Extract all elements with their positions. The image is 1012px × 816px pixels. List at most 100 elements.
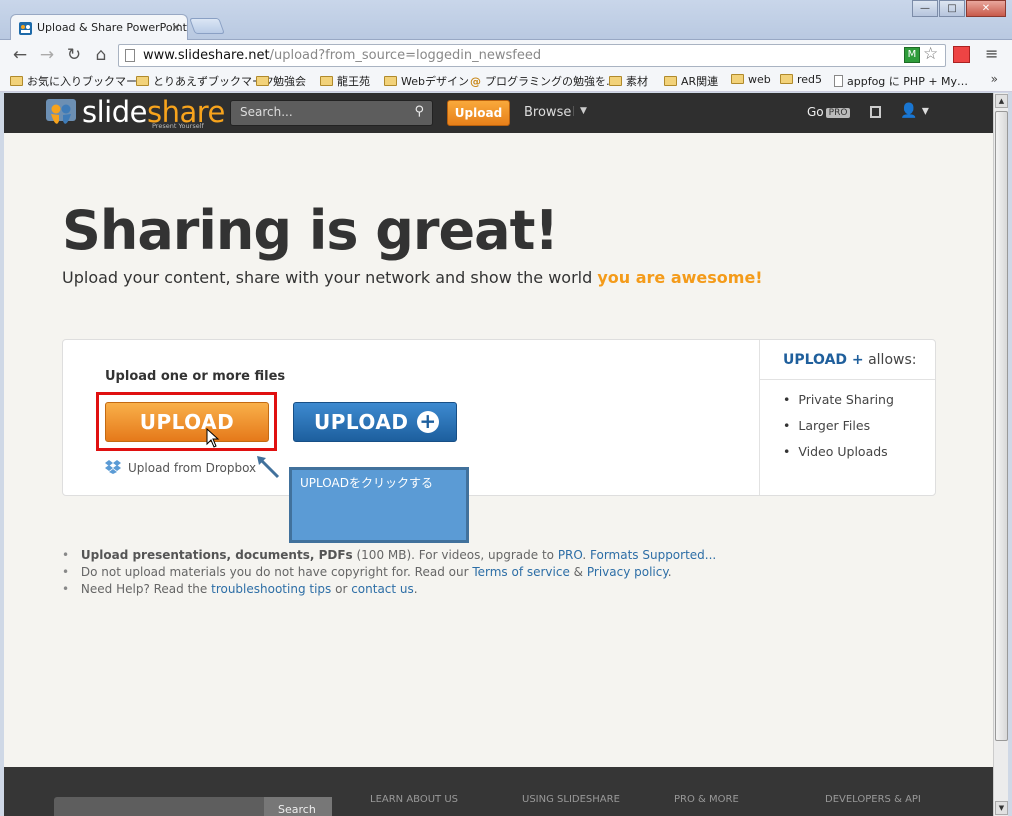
- header-upload-button[interactable]: Upload: [447, 100, 510, 126]
- bookmark-item[interactable]: お気に入りブックマーク: [10, 73, 148, 89]
- forward-arrow-icon[interactable]: →: [37, 45, 57, 65]
- list-item: Video Uploads: [783, 444, 894, 470]
- list-item: Do not upload materials you do not have …: [62, 565, 716, 582]
- bookmark-item[interactable]: appfog に PHP + My…: [834, 73, 968, 89]
- footer-heading-developers[interactable]: DEVELOPERS & API: [825, 794, 921, 805]
- page-title: Sharing is great!: [62, 199, 559, 262]
- search-icon[interactable]: ⚲: [414, 104, 424, 119]
- bookmark-item[interactable]: とりあえずブックマーク: [136, 73, 274, 89]
- folder-icon: [731, 74, 744, 84]
- footer-heading-learn[interactable]: LEARN ABOUT US: [370, 794, 458, 805]
- slideshare-logo-icon[interactable]: [46, 99, 76, 129]
- upload-plus-button[interactable]: UPLOAD +: [293, 402, 457, 442]
- upload-notes: Upload presentations, documents, PDFs (1…: [62, 548, 716, 599]
- extension-icon[interactable]: M: [904, 47, 920, 63]
- privacy-policy-link[interactable]: Privacy policy: [587, 565, 668, 579]
- at-icon: @: [470, 75, 481, 88]
- folder-icon: [780, 74, 793, 84]
- slideshare-favicon-icon: [19, 22, 32, 35]
- side-divider: [760, 379, 935, 380]
- browser-titlebar: Upload & Share PowerPoint × — □ ✕: [0, 0, 1012, 41]
- site-search-input[interactable]: Search... ⚲: [230, 100, 433, 126]
- page-subtitle: Upload your content, share with your net…: [62, 268, 763, 287]
- go-pro-link[interactable]: Go PRO: [807, 105, 851, 119]
- formats-supported-link[interactable]: Formats Supported...: [590, 548, 716, 562]
- address-bar[interactable]: www.slideshare.net/upload?from_source=lo…: [118, 44, 946, 67]
- list-item: Need Help? Read the troubleshooting tips…: [62, 582, 716, 599]
- reload-icon[interactable]: ↻: [64, 45, 84, 65]
- browser-tab[interactable]: Upload & Share PowerPoint ×: [10, 14, 188, 41]
- contact-us-link[interactable]: contact us: [351, 582, 414, 596]
- user-menu-icon[interactable]: 👤 ▾: [900, 103, 929, 119]
- footer-heading-pro[interactable]: PRO & MORE: [674, 794, 739, 805]
- subtitle-accent: you are awesome!: [597, 268, 763, 287]
- bookmark-item[interactable]: @ プログラミングの勉強を…: [470, 73, 617, 89]
- bookmark-item[interactable]: Webデザイン: [384, 73, 469, 89]
- annotation-callout: UPLOADをクリックする: [289, 467, 469, 543]
- scrollbar-thumb[interactable]: [995, 111, 1008, 741]
- back-arrow-icon[interactable]: ←: [10, 45, 30, 65]
- folder-icon: [10, 76, 23, 86]
- browse-menu[interactable]: Browse: [524, 105, 571, 120]
- bookmark-item[interactable]: AR関連: [664, 73, 718, 89]
- scroll-down-icon[interactable]: ▼: [995, 801, 1008, 815]
- window-controls: — □ ✕: [911, 0, 1006, 17]
- notebook-icon[interactable]: [870, 106, 881, 118]
- dropbox-icon[interactable]: [105, 460, 121, 474]
- home-icon[interactable]: ⌂: [91, 45, 111, 65]
- close-window-button[interactable]: ✕: [966, 0, 1006, 17]
- search-placeholder: Search...: [240, 105, 293, 119]
- bookmark-item[interactable]: 勉強会: [256, 73, 306, 89]
- maximize-button[interactable]: □: [939, 0, 965, 17]
- page-viewport: slideshare Present Yourself Search... ⚲ …: [4, 93, 993, 816]
- upload-plus-allows-title: UPLOAD + allows:: [783, 352, 917, 368]
- site-tagline: Present Yourself: [152, 122, 204, 130]
- bookmark-item[interactable]: 龍王苑: [320, 73, 370, 89]
- minimize-button[interactable]: —: [912, 0, 938, 17]
- document-icon: [834, 75, 843, 87]
- list-item: Larger Files: [783, 418, 894, 444]
- footer-heading-using[interactable]: USING SLIDESHARE: [522, 794, 620, 805]
- bookmarks-overflow-button[interactable]: »: [991, 72, 998, 86]
- site-footer: Search LEARN ABOUT US USING SLIDESHARE P…: [4, 767, 993, 816]
- card-divider: [759, 340, 760, 495]
- upload-from-dropbox-link[interactable]: Upload from Dropbox: [128, 461, 256, 475]
- folder-icon: [136, 76, 149, 86]
- upload-card: Upload one or more files UPLOAD UPLOAD +…: [62, 339, 936, 496]
- folder-icon: [664, 76, 677, 86]
- bookmark-item[interactable]: web: [731, 73, 771, 86]
- bookmark-item[interactable]: red5: [780, 73, 822, 86]
- list-item: Upload presentations, documents, PDFs (1…: [62, 548, 716, 565]
- troubleshooting-tips-link[interactable]: troubleshooting tips: [211, 582, 331, 596]
- url-path: /upload?from_source=loggedin_newsfeed: [269, 48, 542, 63]
- scroll-up-icon[interactable]: ▲: [995, 94, 1008, 108]
- tab-close-icon[interactable]: ×: [171, 20, 181, 34]
- site-header: slideshare Present Yourself Search... ⚲ …: [4, 93, 993, 133]
- upload-button[interactable]: UPLOAD: [105, 402, 269, 442]
- bookmark-star-icon[interactable]: ☆: [923, 44, 938, 64]
- mouse-cursor-icon: [206, 428, 220, 448]
- allows-list: Private Sharing Larger Files Video Uploa…: [783, 392, 894, 470]
- apps-icon[interactable]: [953, 46, 970, 63]
- pro-link[interactable]: PRO: [558, 548, 583, 562]
- chevron-down-icon[interactable]: ▼: [573, 106, 587, 116]
- footer-search-input[interactable]: [54, 797, 264, 816]
- upload-heading: Upload one or more files: [105, 369, 286, 384]
- menu-icon[interactable]: ≡: [985, 44, 998, 63]
- bookmark-item[interactable]: 素材: [609, 73, 648, 89]
- annotation-arrow-icon: [257, 456, 280, 479]
- browser-toolbar: ← → ↻ ⌂ www.slideshare.net/upload?from_s…: [0, 40, 1012, 70]
- page-icon: [125, 49, 135, 62]
- plus-icon: +: [417, 411, 439, 433]
- url-host: www.slideshare.net: [143, 48, 270, 63]
- list-item: Private Sharing: [783, 392, 894, 418]
- page-scrollbar[interactable]: ▲ ▼: [993, 93, 1008, 816]
- folder-icon: [256, 76, 269, 86]
- new-tab-button[interactable]: [189, 18, 225, 34]
- tab-title: Upload & Share PowerPoint: [37, 21, 187, 34]
- bookmarks-bar: お気に入りブックマーク とりあえずブックマーク 勉強会 龍王苑 Webデザイン …: [0, 70, 1012, 92]
- folder-icon: [384, 76, 397, 86]
- folder-icon: [609, 76, 622, 86]
- footer-search-button[interactable]: Search: [264, 797, 332, 816]
- terms-of-service-link[interactable]: Terms of service: [472, 565, 570, 579]
